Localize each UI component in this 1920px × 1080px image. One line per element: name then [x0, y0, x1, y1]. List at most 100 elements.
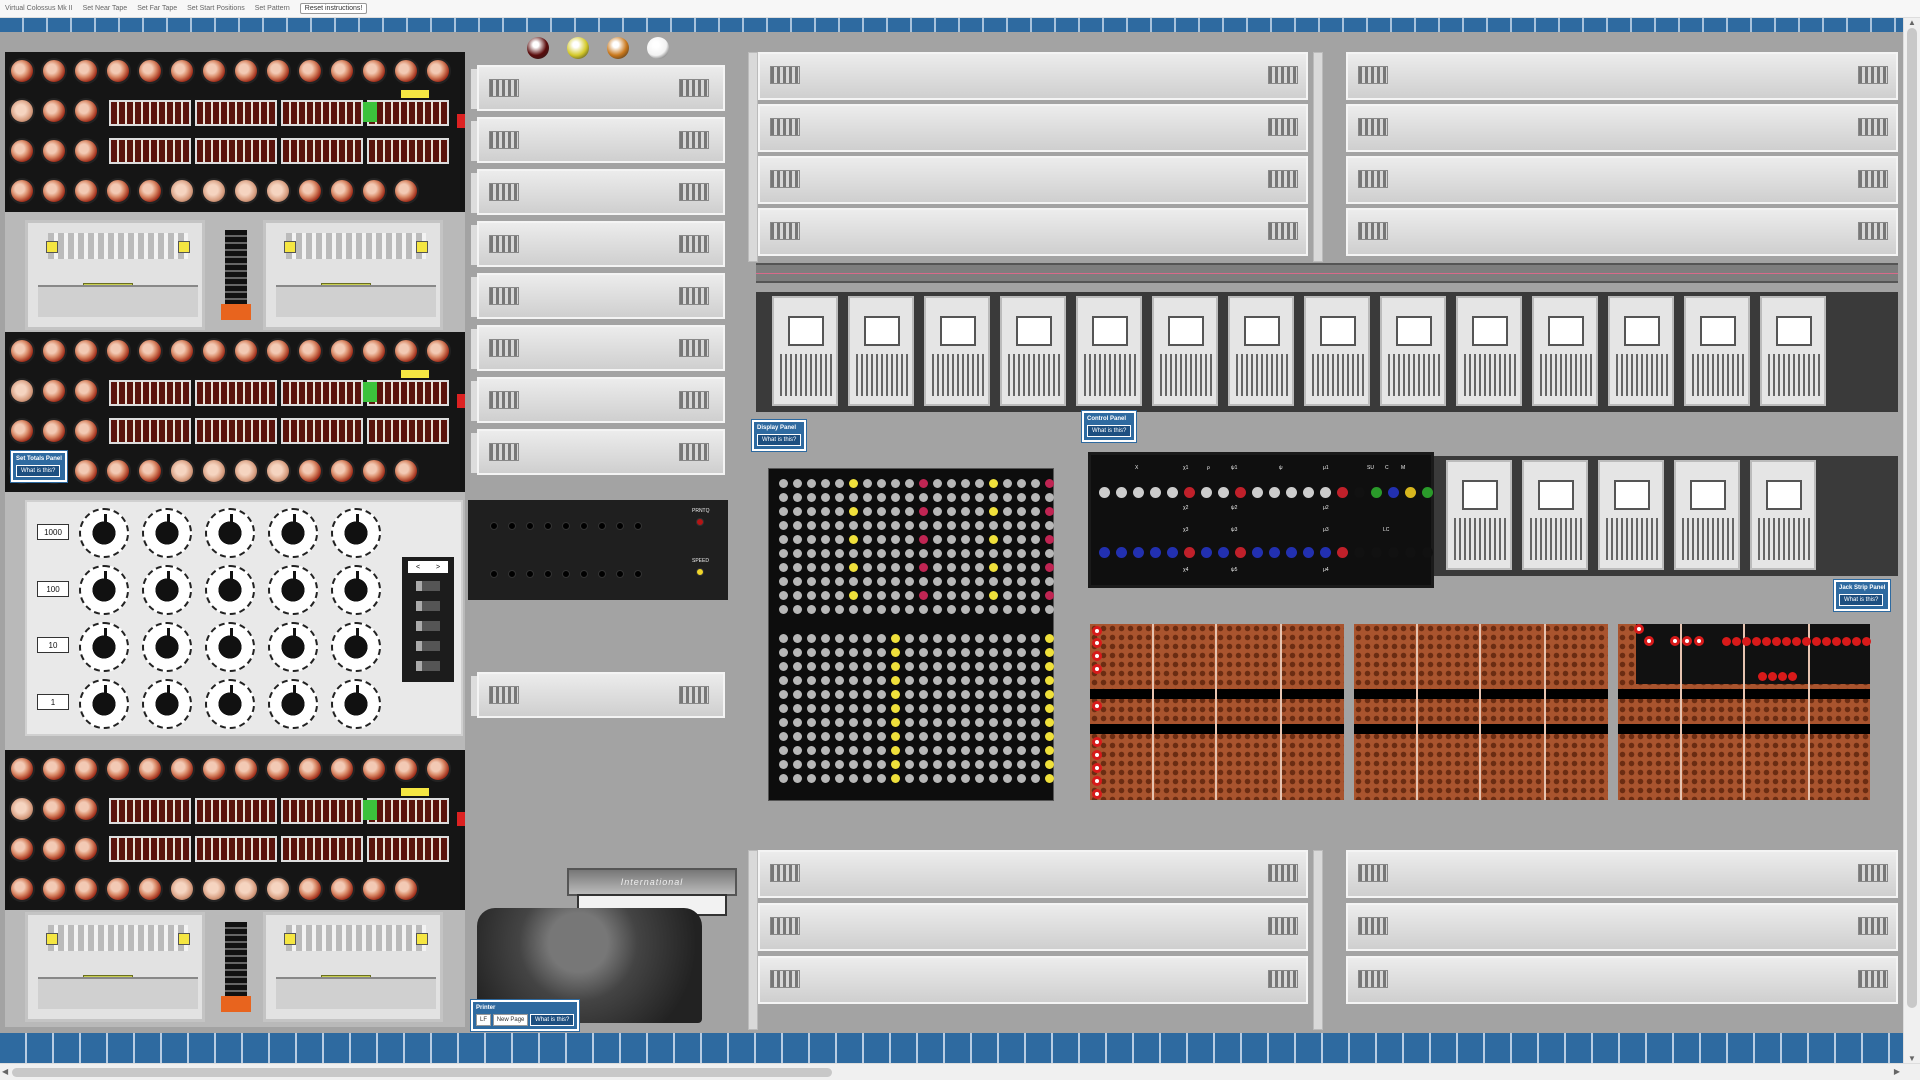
- total-knob[interactable]: [268, 508, 318, 558]
- control-button[interactable]: [1320, 487, 1331, 498]
- control-button[interactable]: [1133, 547, 1144, 558]
- control-button[interactable]: [1422, 487, 1433, 498]
- drawer-handle[interactable]: [1358, 118, 1388, 136]
- drawer-handle[interactable]: [489, 235, 519, 253]
- tape-reader-right-1[interactable]: [263, 220, 443, 330]
- total-knob[interactable]: [205, 622, 255, 672]
- total-1000[interactable]: 1000: [37, 524, 69, 540]
- toggle-switch[interactable]: [580, 522, 588, 530]
- toggle-switch[interactable]: [508, 570, 516, 578]
- set-totals-help-button[interactable]: What is this?: [16, 465, 61, 477]
- control-button[interactable]: [1099, 547, 1110, 558]
- toggle-switch[interactable]: [598, 570, 606, 578]
- jack-strip-3[interactable]: [1618, 624, 1871, 800]
- total-switch[interactable]: [416, 621, 440, 631]
- drawer-handle[interactable]: [1358, 66, 1388, 84]
- control-button[interactable]: [1235, 547, 1246, 558]
- toggle-switch[interactable]: [616, 522, 624, 530]
- total-knob[interactable]: [79, 622, 129, 672]
- drawer-handle[interactable]: [1268, 970, 1298, 988]
- drawer-handle[interactable]: [1858, 864, 1888, 882]
- horizontal-scroll-thumb[interactable]: [12, 1068, 832, 1077]
- drawer-handle[interactable]: [1858, 66, 1888, 84]
- drawer-handle[interactable]: [1858, 170, 1888, 188]
- drawer-handle[interactable]: [679, 235, 709, 253]
- drawer-handle[interactable]: [679, 287, 709, 305]
- control-button[interactable]: [1167, 547, 1178, 558]
- jack-strip-2[interactable]: [1354, 624, 1608, 800]
- toggle-switch[interactable]: [490, 570, 498, 578]
- drawer-handle[interactable]: [489, 287, 519, 305]
- drawer-handle[interactable]: [770, 170, 800, 188]
- total-knob[interactable]: [268, 622, 318, 672]
- drawer-handle[interactable]: [679, 391, 709, 409]
- total-knob[interactable]: [142, 679, 192, 729]
- nav-right-button[interactable]: >: [436, 564, 440, 571]
- drawer-handle[interactable]: [770, 864, 800, 882]
- total-knob[interactable]: [79, 508, 129, 558]
- menu-set-near-tape[interactable]: Set Near Tape: [83, 5, 128, 12]
- control-button[interactable]: [1337, 547, 1348, 558]
- drawer-handle[interactable]: [1268, 917, 1298, 935]
- drawer-handle[interactable]: [679, 131, 709, 149]
- drawer-handle[interactable]: [1268, 864, 1298, 882]
- drawer-handle[interactable]: [489, 443, 519, 461]
- drawer-handle[interactable]: [489, 183, 519, 201]
- drawer-handle[interactable]: [1358, 917, 1388, 935]
- menu-set-far-tape[interactable]: Set Far Tape: [137, 5, 177, 12]
- control-button[interactable]: [1388, 547, 1399, 558]
- reset-instructions-button[interactable]: Reset instructions!: [299, 3, 368, 14]
- tape-reader-left-1[interactable]: [25, 220, 205, 330]
- control-button[interactable]: [1116, 547, 1127, 558]
- total-1[interactable]: 1: [37, 694, 69, 710]
- control-button[interactable]: [1133, 487, 1144, 498]
- drawer-handle[interactable]: [489, 131, 519, 149]
- drawer-handle[interactable]: [1268, 222, 1298, 240]
- drawer-handle[interactable]: [770, 222, 800, 240]
- control-button[interactable]: [1269, 487, 1280, 498]
- toggle-switch[interactable]: [562, 570, 570, 578]
- scroll-left-icon[interactable]: ◀: [2, 1067, 8, 1076]
- control-button[interactable]: [1320, 547, 1331, 558]
- total-10[interactable]: 10: [37, 637, 69, 653]
- control-button[interactable]: [1167, 487, 1178, 498]
- drawer-handle[interactable]: [770, 66, 800, 84]
- control-button[interactable]: [1201, 547, 1212, 558]
- new-page-button[interactable]: New Page: [492, 1014, 529, 1026]
- toggle-switch[interactable]: [544, 522, 552, 530]
- total-knob[interactable]: [205, 565, 255, 615]
- control-button[interactable]: [1218, 547, 1229, 558]
- horizontal-scrollbar[interactable]: ◀ ▶: [0, 1063, 1920, 1080]
- total-knob[interactable]: [142, 565, 192, 615]
- menu-set-pattern[interactable]: Set Pattern: [255, 5, 290, 12]
- total-switch[interactable]: [416, 641, 440, 651]
- drawer-handle[interactable]: [1268, 170, 1298, 188]
- control-button[interactable]: [1303, 547, 1314, 558]
- drawer-handle[interactable]: [1268, 66, 1298, 84]
- drawer-handle[interactable]: [489, 79, 519, 97]
- drawer-handle[interactable]: [489, 391, 519, 409]
- control-button[interactable]: [1252, 487, 1263, 498]
- total-knob[interactable]: [331, 565, 381, 615]
- total-knob[interactable]: [142, 508, 192, 558]
- scroll-down-icon[interactable]: ▼: [1908, 1054, 1916, 1063]
- control-button[interactable]: [1252, 547, 1263, 558]
- drawer-handle[interactable]: [1358, 222, 1388, 240]
- control-button[interactable]: [1286, 547, 1297, 558]
- control-button[interactable]: [1337, 487, 1348, 498]
- jack-strip-1[interactable]: [1090, 624, 1344, 800]
- nav-left-button[interactable]: <: [416, 564, 420, 571]
- tape-reader-left-2[interactable]: [25, 912, 205, 1022]
- control-button[interactable]: [1354, 487, 1365, 498]
- toggle-switch[interactable]: [526, 570, 534, 578]
- control-button[interactable]: [1235, 487, 1246, 498]
- drawer-handle[interactable]: [1358, 170, 1388, 188]
- drawer-handle[interactable]: [1858, 222, 1888, 240]
- toggle-switch[interactable]: [526, 522, 534, 530]
- control-button[interactable]: [1269, 547, 1280, 558]
- control-button[interactable]: [1286, 487, 1297, 498]
- drawer-handle[interactable]: [1858, 970, 1888, 988]
- jack-strip-help-button[interactable]: What is this?: [1839, 594, 1884, 606]
- toggle-switch[interactable]: [562, 522, 570, 530]
- menu-set-start-positions[interactable]: Set Start Positions: [187, 5, 245, 12]
